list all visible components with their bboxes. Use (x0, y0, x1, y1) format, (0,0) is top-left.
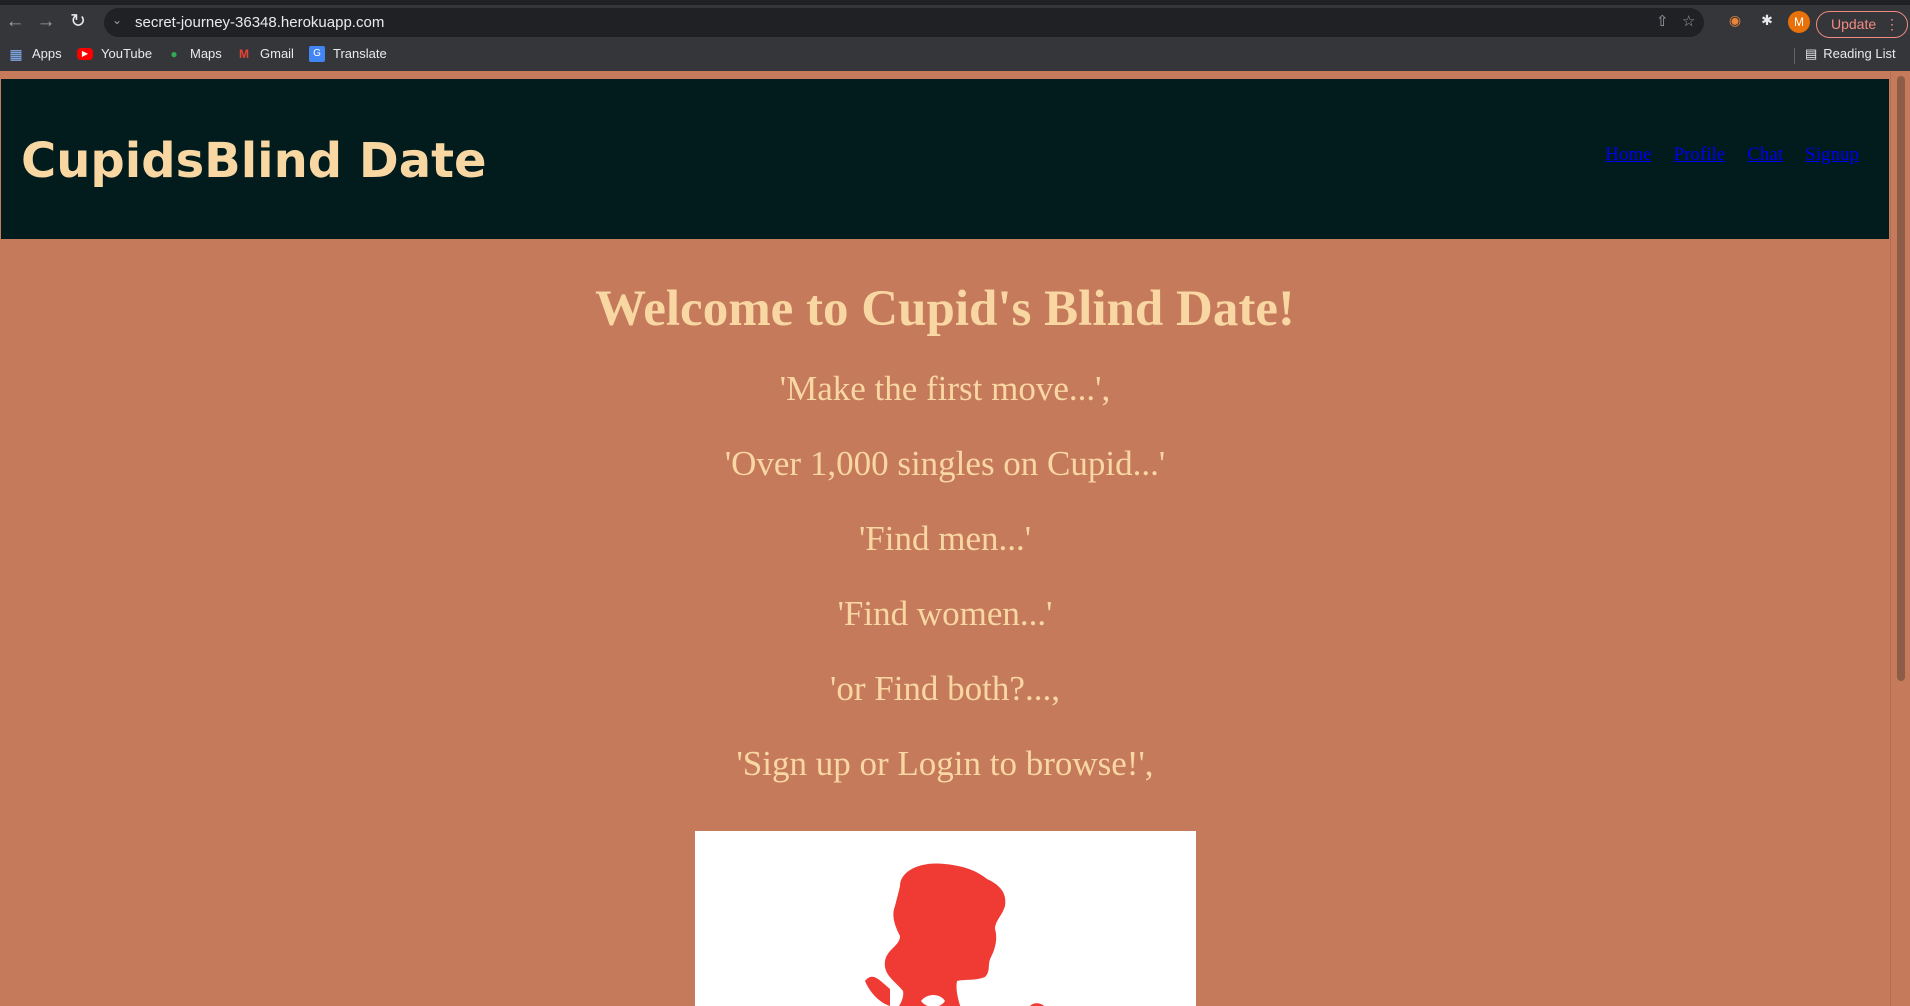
bookmarks-bar: ▦ Apps ▶ YouTube ● Maps M Gmail G Transl… (0, 39, 1910, 71)
cupid-silhouette-icon (865, 863, 1045, 1006)
nav-link-home[interactable]: Home (1605, 144, 1651, 166)
welcome-heading: Welcome to Cupid's Blind Date! (595, 281, 1295, 337)
bookmark-label: Maps (190, 46, 222, 61)
profile-avatar[interactable]: M (1788, 11, 1810, 33)
metamask-extension-icon[interactable]: ◉ (1724, 9, 1746, 31)
nav-link-signup[interactable]: Signup (1805, 144, 1859, 166)
update-button[interactable]: Update ⋮ (1816, 11, 1908, 38)
bookmark-maps[interactable]: ● Maps (166, 43, 222, 65)
reload-icon[interactable]: ↻ (65, 9, 91, 35)
translate-icon: G (309, 46, 325, 62)
site-header: CupidsBlind Date Home Profile Chat Signu… (1, 79, 1889, 239)
bookmark-star-icon[interactable]: ☆ (1682, 12, 1695, 30)
bookmark-label: Translate (333, 46, 387, 61)
bookmark-translate[interactable]: G Translate (309, 43, 387, 65)
web-page: CupidsBlind Date Home Profile Chat Signu… (0, 71, 1890, 1006)
address-bar[interactable]: ⌄ secret-journey-36348.herokuapp.com ⇧ ☆ (104, 8, 1704, 37)
scrollbar-thumb[interactable] (1897, 76, 1905, 681)
tagline: 'Sign up or Login to browse!', (736, 744, 1154, 783)
browser-toolbar: ← → ↻ ⌄ secret-journey-36348.herokuapp.c… (0, 5, 1910, 39)
update-label: Update (1831, 16, 1877, 32)
extensions-puzzle-icon[interactable]: ✱ (1756, 9, 1778, 31)
bookmark-gmail[interactable]: M Gmail (236, 43, 294, 65)
bookmark-apps[interactable]: ▦ Apps (8, 43, 62, 65)
site-info-chevron-icon[interactable]: ⌄ (112, 13, 122, 27)
reading-list-label: Reading List (1823, 46, 1896, 61)
browser-chrome: ← → ↻ ⌄ secret-journey-36348.herokuapp.c… (0, 0, 1910, 71)
gmail-icon: M (239, 47, 249, 61)
back-icon[interactable]: ← (2, 9, 28, 35)
bookmark-label: YouTube (101, 46, 153, 61)
nav-link-chat[interactable]: Chat (1747, 144, 1783, 166)
nav-link-profile[interactable]: Profile (1674, 144, 1726, 166)
tagline: 'or Find both?..., (830, 669, 1060, 708)
maps-icon: ● (170, 47, 178, 61)
page-scrollbar[interactable] (1890, 71, 1910, 1006)
site-nav: Home Profile Chat Signup (1605, 144, 1859, 166)
reading-list-icon: ▤ (1805, 46, 1818, 61)
more-menu-icon: ⋮ (1885, 16, 1899, 32)
tagline: 'Find women...' (837, 594, 1053, 633)
bookmark-label: Apps (32, 46, 62, 61)
bookmark-youtube[interactable]: ▶ YouTube (77, 43, 152, 65)
reading-list-button[interactable]: ▤ Reading List (1805, 43, 1896, 65)
tagline: 'Find men...' (858, 519, 1032, 558)
bookmark-label: Gmail (260, 46, 294, 61)
site-brand: CupidsBlind Date (21, 133, 487, 189)
bookmarks-divider (1794, 48, 1795, 64)
apps-grid-icon: ▦ (9, 46, 23, 62)
youtube-icon: ▶ (77, 48, 93, 60)
tagline: 'Over 1,000 singles on Cupid...' (724, 444, 1166, 483)
cupid-image (695, 831, 1196, 1006)
address-url[interactable]: secret-journey-36348.herokuapp.com (135, 14, 384, 31)
tagline: 'Make the first move...', (779, 369, 1111, 408)
share-icon[interactable]: ⇧ (1656, 12, 1669, 30)
forward-icon[interactable]: → (33, 9, 59, 35)
